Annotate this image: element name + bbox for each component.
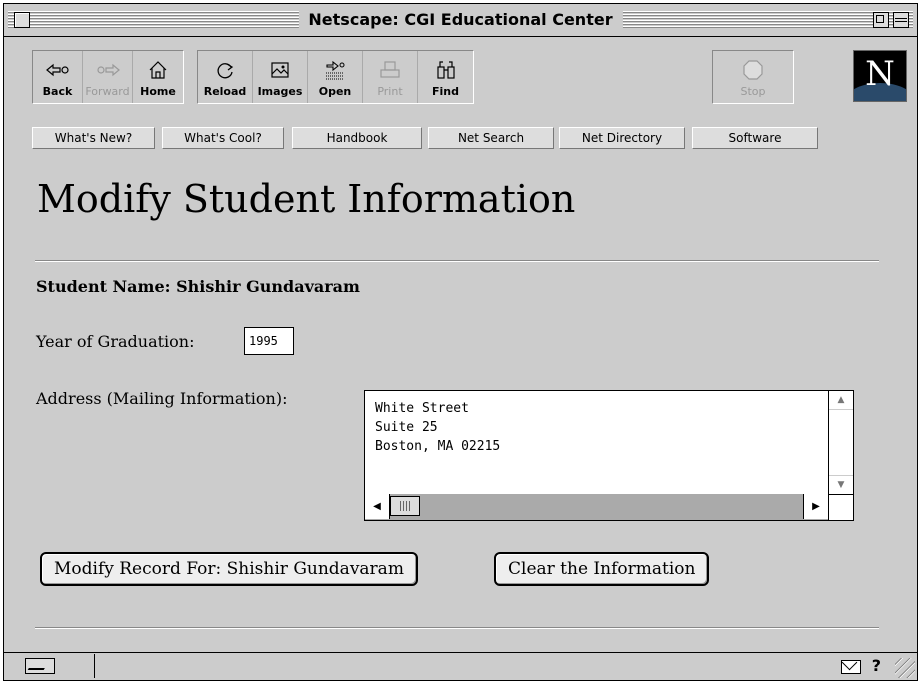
student-name-heading: Student Name: Shishir Gundavaram (36, 277, 360, 296)
toolbar-group-stop: Stop (712, 50, 794, 104)
reload-label: Reload (203, 85, 247, 98)
forward-arrow-icon (95, 59, 121, 81)
address-label: Address (Mailing Information): (36, 389, 288, 408)
net-directory-button[interactable]: Net Directory (559, 127, 685, 149)
forward-label: Forward (85, 85, 130, 98)
horizontal-scroll-thumb[interactable] (390, 496, 420, 516)
directory-bar: What's New? What's Cool? Handbook Net Se… (4, 121, 917, 158)
window-title: Netscape: CGI Educational Center (298, 9, 623, 31)
toolbar-group-page: Reload Images Open Print Find (197, 50, 474, 104)
mail-icon[interactable] (841, 660, 861, 674)
stop-button[interactable]: Stop (713, 51, 793, 103)
net-search-button[interactable]: Net Search (428, 127, 554, 149)
netscape-logo: N (853, 50, 907, 102)
address-textarea[interactable]: White Street Suite 25 Boston, MA 02215 (365, 391, 829, 495)
home-label: Home (140, 85, 176, 98)
back-arrow-icon (45, 59, 71, 81)
title-bar[interactable]: Netscape: CGI Educational Center (4, 4, 917, 37)
resize-grip-icon[interactable] (895, 658, 915, 678)
year-of-graduation-field[interactable] (244, 327, 294, 355)
find-button[interactable]: Find (418, 51, 473, 103)
status-bar: ? (4, 652, 917, 680)
modify-record-button[interactable]: Modify Record For: Shishir Gundavaram (40, 552, 418, 586)
navigation-toolbar: Back Forward Home Reload Images Open Pri… (4, 37, 917, 117)
stop-label: Stop (740, 85, 766, 98)
stop-icon (740, 59, 766, 81)
back-button[interactable]: Back (33, 51, 83, 103)
software-button[interactable]: Software (692, 127, 818, 149)
images-icon (267, 59, 293, 81)
security-indicator[interactable] (5, 654, 95, 678)
images-label: Images (257, 85, 303, 98)
scroll-up-arrow-icon[interactable]: ▲ (829, 391, 853, 410)
security-key-icon (25, 658, 55, 674)
page-content: Modify Student Information Student Name:… (4, 157, 917, 653)
browser-window: Netscape: CGI Educational Center Back Fo… (3, 3, 918, 681)
open-label: Open (318, 85, 352, 98)
whats-new-button[interactable]: What's New? (32, 127, 155, 149)
forward-button[interactable]: Forward (83, 51, 133, 103)
print-label: Print (377, 85, 403, 98)
back-label: Back (42, 85, 73, 98)
help-icon[interactable]: ? (872, 656, 881, 676)
horizontal-scrollbar[interactable]: ◀ ▶ (365, 494, 829, 520)
toolbar-group-navigation: Back Forward Home (32, 50, 184, 104)
zoom-box-icon[interactable] (873, 12, 889, 28)
home-icon (145, 59, 171, 81)
reload-button[interactable]: Reload (198, 51, 253, 103)
year-of-graduation-label: Year of Graduation: (36, 332, 195, 351)
page-title: Modify Student Information (37, 177, 576, 221)
logo-letter: N (865, 54, 895, 94)
whats-cool-button[interactable]: What's Cool? (162, 127, 284, 149)
find-label: Find (432, 85, 459, 98)
open-button[interactable]: Open (308, 51, 363, 103)
close-box-icon[interactable] (14, 12, 30, 28)
handbook-button[interactable]: Handbook (292, 127, 422, 149)
scroll-down-arrow-icon[interactable]: ▼ (829, 475, 853, 494)
home-button[interactable]: Home (133, 51, 183, 103)
horizontal-rule-top (35, 260, 879, 262)
open-icon (322, 59, 348, 81)
images-button[interactable]: Images (253, 51, 308, 103)
horizontal-rule-bottom (35, 627, 879, 629)
collapse-box-icon[interactable] (893, 12, 909, 28)
scroll-right-arrow-icon[interactable]: ▶ (803, 494, 828, 519)
address-textarea-frame: White Street Suite 25 Boston, MA 02215 ▲… (364, 390, 854, 521)
scroll-left-arrow-icon[interactable]: ◀ (365, 494, 390, 519)
print-button[interactable]: Print (363, 51, 418, 103)
printer-icon (377, 59, 403, 81)
reload-icon (212, 59, 238, 81)
clear-information-button[interactable]: Clear the Information (494, 552, 710, 586)
binoculars-icon (433, 59, 459, 81)
vertical-scrollbar[interactable]: ▲ ▼ (829, 391, 853, 495)
